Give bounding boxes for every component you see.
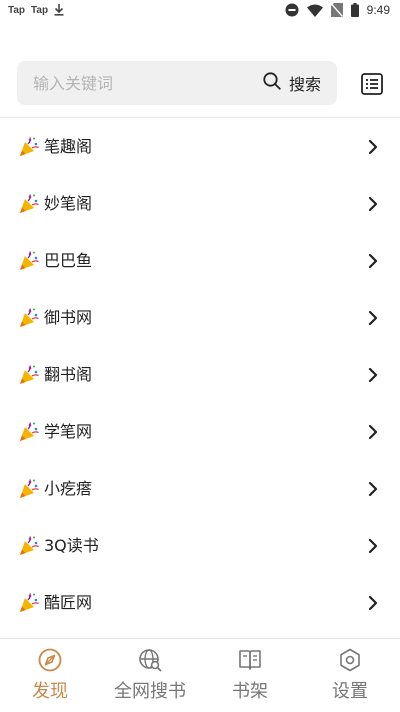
status-left: Tap Tap — [8, 4, 64, 16]
list-item[interactable]: 妙笔阁 — [0, 175, 400, 232]
nav-label: 全网搜书 — [114, 681, 186, 702]
globe-search-icon — [138, 648, 162, 672]
chevron-right-icon — [368, 367, 378, 383]
nav-tab-settings[interactable]: 设置 — [300, 639, 400, 712]
chevron-right-icon — [368, 424, 378, 440]
list-item[interactable]: 学笔网 — [0, 403, 400, 460]
list-item[interactable]: 御书网 — [0, 289, 400, 346]
party-popper-icon — [18, 592, 40, 614]
nav-label: 设置 — [332, 681, 368, 702]
list-menu-button[interactable] — [361, 73, 383, 95]
nav-label: 书架 — [232, 681, 268, 702]
list-item-label: 3Q读书 — [44, 536, 99, 555]
list-menu-icon — [361, 73, 383, 99]
party-popper-icon — [18, 307, 40, 329]
party-popper-icon — [18, 193, 40, 215]
list-item-label: 小疙瘩 — [44, 479, 93, 498]
list-item[interactable]: 笔趣阁 — [0, 118, 400, 175]
nav-tab-global-search[interactable]: 全网搜书 — [100, 639, 200, 712]
chevron-right-icon — [368, 481, 378, 497]
chevron-right-icon — [368, 196, 378, 212]
party-popper-icon — [18, 535, 40, 557]
search-input[interactable] — [33, 61, 233, 105]
status-time: 9:49 — [366, 3, 390, 17]
nav-label: 发现 — [32, 681, 68, 702]
list-item-label: 翻书阁 — [44, 365, 93, 384]
no-sim-icon — [330, 3, 343, 17]
search-button[interactable]: 搜索 — [263, 61, 321, 105]
taptap-notification-icon: Tap — [31, 4, 49, 16]
site-list: 笔趣阁 妙笔阁 巴巴鱼 御书网 翻书阁 学笔网 小疙瘩 3Q读书 酷匠网 — [0, 118, 400, 631]
wifi-icon — [306, 4, 323, 17]
list-item[interactable]: 巴巴鱼 — [0, 232, 400, 289]
party-popper-icon — [18, 136, 40, 158]
status-bar: Tap Tap 9:49 — [0, 0, 400, 24]
taptap-notification-icon: Tap — [8, 4, 26, 16]
list-item-label: 酷匠网 — [44, 593, 93, 612]
nav-tab-bookshelf[interactable]: 书架 — [200, 639, 300, 712]
list-item-label: 学笔网 — [44, 422, 93, 441]
chevron-right-icon — [368, 538, 378, 554]
settings-icon — [338, 648, 362, 672]
list-item[interactable]: 翻书阁 — [0, 346, 400, 403]
list-item[interactable]: 3Q读书 — [0, 517, 400, 574]
bookshelf-icon — [238, 648, 262, 672]
list-item[interactable]: 小疙瘩 — [0, 460, 400, 517]
chevron-right-icon — [368, 310, 378, 326]
discover-icon — [38, 648, 62, 672]
party-popper-icon — [18, 478, 40, 500]
list-item-label: 御书网 — [44, 308, 93, 327]
list-item-label: 笔趣阁 — [44, 137, 93, 156]
search-bar: 搜索 — [17, 61, 337, 105]
chevron-right-icon — [368, 139, 378, 155]
party-popper-icon — [18, 421, 40, 443]
party-popper-icon — [18, 250, 40, 272]
list-item-label: 妙笔阁 — [44, 194, 93, 213]
party-popper-icon — [18, 364, 40, 386]
chevron-right-icon — [368, 595, 378, 611]
search-button-label: 搜索 — [288, 75, 321, 94]
battery-icon — [350, 3, 359, 17]
chevron-right-icon — [368, 253, 378, 269]
do-not-disturb-icon — [285, 3, 299, 17]
list-item-label: 巴巴鱼 — [44, 251, 93, 270]
list-item[interactable]: 酷匠网 — [0, 574, 400, 631]
search-icon — [263, 72, 281, 94]
download-icon — [54, 4, 64, 16]
nav-tab-discover[interactable]: 发现 — [0, 639, 100, 712]
bottom-nav: 发现 全网搜书 书架 设置 — [0, 639, 400, 712]
status-right: 9:49 — [285, 3, 390, 17]
